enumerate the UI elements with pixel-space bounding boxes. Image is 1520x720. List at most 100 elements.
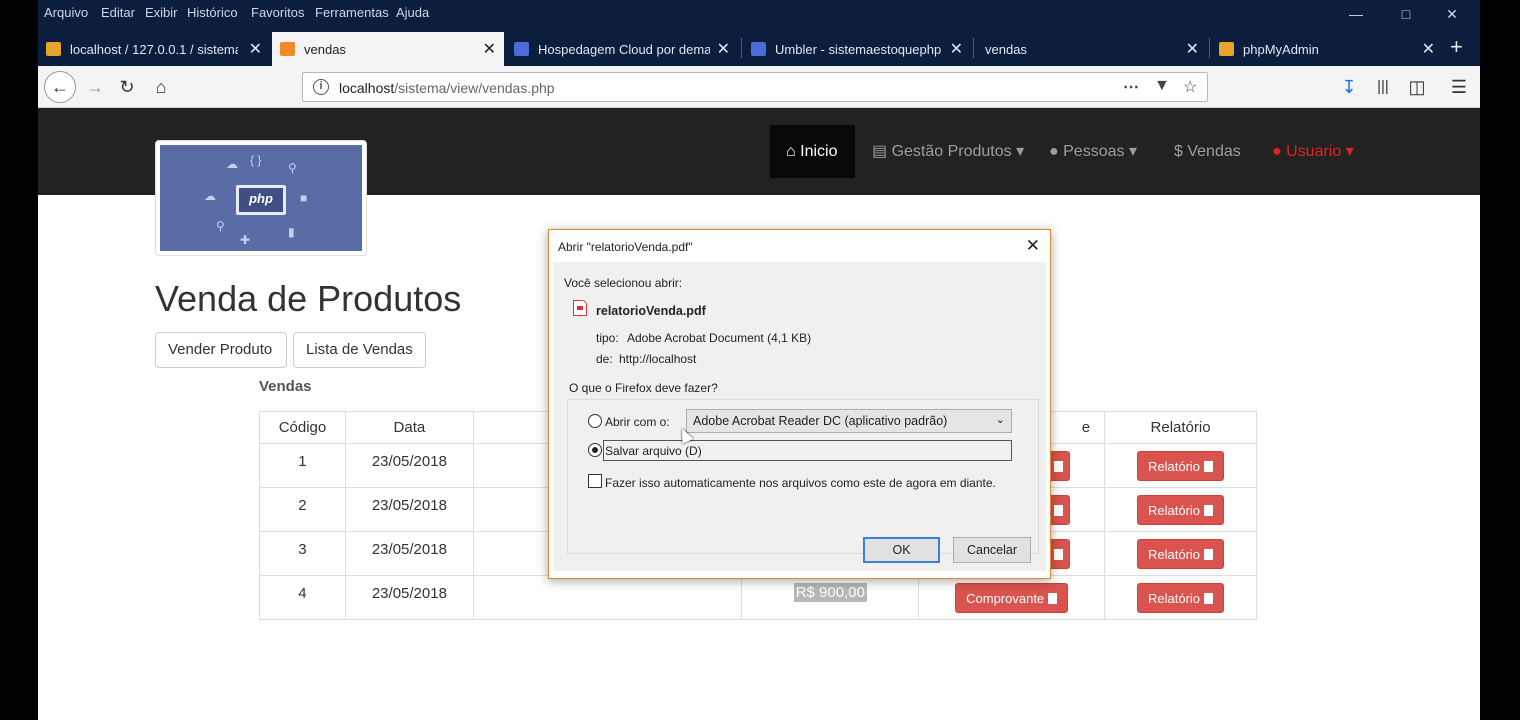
library-icon[interactable]: ||| [1370, 74, 1396, 100]
cancel-button[interactable]: Cancelar [953, 537, 1031, 563]
sidebar-icon[interactable]: ◫ [1404, 74, 1430, 100]
site-logo: ☁ { } ⚲ ☁ ■ ⚲ ✚ ▮ php [155, 140, 367, 256]
auto-checkbox[interactable] [588, 474, 602, 488]
back-icon[interactable]: ← [44, 71, 76, 103]
lista-vendas-button[interactable]: Lista de Vendas [293, 332, 426, 368]
download-dialog: Abrir "relatorioVenda.pdf" ✕ Você seleci… [548, 229, 1051, 579]
cell-data: 23/05/2018 [344, 575, 474, 620]
close-tab-icon[interactable]: ✕ [717, 39, 730, 59]
relatorio-button[interactable]: Relatório [1137, 582, 1225, 613]
selected-label: Você selecionou abrir: [564, 276, 683, 290]
relatorio-button[interactable]: Relatório [1137, 538, 1225, 569]
relatorio-button[interactable]: Relatório [1137, 494, 1225, 525]
dialog-body: Você selecionou abrir: relatorioVenda.pd… [553, 262, 1046, 571]
menu-arquivo[interactable]: Arquivo [44, 5, 88, 20]
tab-label: localhost / 127.0.0.1 / sistema [70, 42, 238, 57]
monitor-icon: php [236, 185, 286, 215]
nav-usuario[interactable]: ● Usuario ▾ [1256, 125, 1370, 178]
menu-favoritos[interactable]: Favoritos [251, 5, 304, 20]
cell-hidden [472, 575, 743, 620]
close-tab-icon[interactable]: ✕ [1186, 39, 1199, 59]
caret-down-icon: ▾ [1128, 143, 1137, 160]
open-with-label[interactable]: Abrir com o: [605, 415, 670, 429]
tab-label: Umbler - sistemaestoquephp. [775, 42, 941, 57]
tab-phpmyadmin-localhost[interactable]: localhost / 127.0.0.1 / sistema ✕ [38, 32, 270, 66]
cell-codigo: 2 [259, 487, 346, 532]
comprovante-label: Comprovante [966, 590, 1045, 606]
close-tab-icon[interactable]: ✕ [483, 39, 496, 59]
tab-umbler[interactable]: Umbler - sistemaestoquephp. ✕ [743, 32, 971, 66]
cell-codigo: 3 [259, 531, 346, 576]
relatorio-button[interactable]: Relatório [1137, 450, 1225, 481]
header-codigo: Código [259, 411, 346, 444]
list-icon: ▤ [872, 143, 888, 160]
nav-pessoas[interactable]: ● Pessoas ▾ [1033, 125, 1153, 178]
close-tab-icon[interactable]: ✕ [249, 39, 262, 59]
menu-editar[interactable]: Editar [101, 5, 135, 20]
maximize-icon[interactable]: □ [1396, 6, 1416, 22]
cart-icon: ⚲ [216, 219, 225, 233]
cell-valor: R$ 900,00 [741, 575, 920, 620]
dialog-title: Abrir "relatorioVenda.pdf" [558, 240, 693, 254]
nav-inicio[interactable]: ⌂ Inicio [770, 125, 855, 178]
tab-vendas-active[interactable]: vendas ✕ [272, 32, 504, 66]
application-select[interactable]: Adobe Acrobat Reader DC (aplicativo padr… [686, 409, 1012, 433]
cell-relatorio: Relatório [1104, 531, 1257, 576]
save-file-radio[interactable] [588, 443, 602, 457]
cell-codigo: 1 [259, 443, 346, 488]
reload-icon[interactable]: ↻ [114, 74, 140, 100]
hamburger-menu-icon[interactable]: ☰ [1446, 74, 1472, 100]
save-file-label[interactable]: Salvar arquivo (D) [605, 444, 702, 458]
tab-hospedagem[interactable]: Hospedagem Cloud por dema ✕ [506, 32, 738, 66]
home-icon: ⌂ [786, 143, 796, 160]
menu-ferramentas[interactable]: Ferramentas [315, 5, 389, 20]
tab-phpmyadmin[interactable]: phpMyAdmin ✕ [1211, 32, 1443, 66]
page-title: Venda de Produtos [155, 278, 462, 319]
forward-icon[interactable]: → [82, 74, 108, 100]
phpmyadmin-favicon-icon [1219, 42, 1234, 56]
header-data: Data [344, 411, 474, 444]
ok-button[interactable]: OK [863, 537, 940, 563]
auto-label[interactable]: Fazer isso automaticamente nos arquivos … [605, 476, 996, 490]
logo-image: ☁ { } ⚲ ☁ ■ ⚲ ✚ ▮ php [160, 145, 362, 251]
nav-inicio-label: Inicio [800, 143, 838, 160]
pdf-file-icon [573, 300, 587, 316]
relatorio-label: Relatório [1148, 458, 1201, 474]
menu-historico[interactable]: Histórico [187, 5, 238, 20]
menu-exibir[interactable]: Exibir [145, 5, 178, 20]
open-with-radio[interactable] [588, 414, 602, 428]
page-actions-icon[interactable]: ⋯ [1123, 77, 1139, 97]
cell-comprovante: Comprovante [918, 575, 1106, 620]
file-icon [1204, 592, 1214, 604]
bookmark-star-icon[interactable]: ☆ [1183, 77, 1197, 97]
chevron-down-icon: ⌄ [995, 414, 1005, 426]
address-bar[interactable]: i localhost/sistema/view/vendas.php ⋯ ▼ … [302, 72, 1208, 102]
menu-bar: Arquivo Editar Exibir Histórico Favorito… [38, 0, 1480, 30]
action-question: O que o Firefox deve fazer? [569, 381, 718, 395]
close-icon[interactable]: ✕ [1026, 236, 1040, 256]
nav-vendas[interactable]: $ Vendas [1158, 125, 1257, 178]
nav-gestao-produtos[interactable]: ▤ Gestão Produtos ▾ [856, 125, 1040, 178]
close-tab-icon[interactable]: ✕ [950, 39, 963, 59]
tab-vendas-2[interactable]: vendas ✕ [975, 32, 1207, 66]
list-icon [1054, 460, 1064, 472]
cell-data: 23/05/2018 [344, 487, 474, 532]
user-icon: ● [1272, 143, 1282, 160]
vender-produto-button[interactable]: Vender Produto [155, 332, 287, 368]
home-icon[interactable]: ⌂ [148, 74, 174, 100]
new-tab-icon[interactable]: + [1450, 34, 1463, 60]
cell-data: 23/05/2018 [344, 443, 474, 488]
umbler-favicon-icon [514, 42, 529, 56]
comprovante-button[interactable]: Comprovante [955, 582, 1069, 613]
file-icon [1204, 504, 1214, 516]
dollar-icon: $ [1174, 143, 1183, 160]
minimize-icon[interactable]: — [1346, 6, 1366, 22]
close-tab-icon[interactable]: ✕ [1422, 39, 1435, 59]
close-window-icon[interactable]: ✕ [1442, 6, 1462, 23]
menu-ajuda[interactable]: Ajuda [396, 5, 429, 20]
url-text[interactable]: localhost/sistema/view/vendas.php [339, 80, 555, 96]
pocket-icon[interactable]: ▼ [1154, 77, 1170, 95]
site-info-icon[interactable]: i [313, 79, 329, 95]
valor-selected-text[interactable]: R$ 900,00 [793, 583, 867, 602]
download-icon[interactable]: ↧ [1336, 74, 1362, 100]
